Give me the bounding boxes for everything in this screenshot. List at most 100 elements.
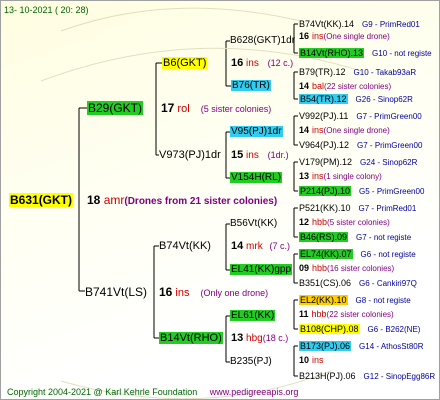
gen4-id[interactable]: B74Vt(KK).14 xyxy=(299,19,354,29)
gen4-abbr: hbb xyxy=(311,309,327,319)
gen4-num: 11 xyxy=(299,309,309,319)
gen4-row[interactable]: EL74(KK).07 G6 - not registe xyxy=(299,248,416,261)
gen4-row[interactable]: B108(CHP).08 G6 - B262(NE) xyxy=(299,323,420,336)
gen4-code: G6 - Cankiri97Q xyxy=(359,279,417,288)
gen4-num: 10 xyxy=(299,355,310,365)
gen4-row[interactable]: 11 hbb(22 sister colonies) xyxy=(299,308,394,321)
gen4-note: (One single drone) xyxy=(323,126,390,135)
gen4-id[interactable]: B79(TR).12 xyxy=(299,67,346,77)
gen4-id[interactable]: V179(PM).12 xyxy=(299,157,352,167)
footer-url[interactable]: www.pedigreeapis.org xyxy=(210,387,299,397)
el61-node[interactable]: EL61(KK) xyxy=(230,310,276,322)
root-node[interactable]: B631(GKT) xyxy=(9,193,74,207)
v95-node[interactable]: V95(PJ)1dr xyxy=(230,126,283,138)
b14-info: 13 hbg(18 c.) xyxy=(231,331,288,346)
gen4-row[interactable]: 13 ins(1 single colony) xyxy=(299,170,382,183)
gen4-num: 13 xyxy=(299,171,310,181)
gen4-id[interactable]: P521(KK).10 xyxy=(299,203,351,213)
v154-id[interactable]: V154H(RL) xyxy=(230,172,283,183)
gen4-code: G12 - SinopEgg86R xyxy=(363,372,436,381)
gen4-row[interactable]: 16 ins(One single drone) xyxy=(299,30,390,43)
header-date: 13- 10-2021 ( 20: 28) xyxy=(4,5,89,15)
gen4-code: G7 - PrimGreen00 xyxy=(357,141,423,150)
el41-node[interactable]: EL41(KK)gpp xyxy=(230,264,293,276)
el41-id[interactable]: EL41(KK)gpp xyxy=(230,264,293,275)
gen4-id[interactable]: B351(CS).06 xyxy=(299,278,351,288)
v95-id[interactable]: V95(PJ)1dr xyxy=(230,126,283,137)
gen4-id[interactable]: P214(PJ).10 xyxy=(299,186,352,196)
gen4-num: 16 xyxy=(299,31,310,41)
gen4-row[interactable]: B79(TR).12 G10 - Takab93aR xyxy=(299,66,416,79)
gen4-row[interactable]: V179(PM).12 G24 - Sinop62R xyxy=(299,156,417,169)
gen4-id[interactable]: V964(PJ).12 xyxy=(299,140,349,150)
v973-id[interactable]: V973(PJ)1dr xyxy=(159,149,221,161)
gen4-row[interactable]: B14Vt(RHO).13 G10 - not registe xyxy=(299,47,432,60)
b741-node[interactable]: B741Vt(LS) xyxy=(85,285,147,299)
b76-id[interactable]: B76(TR) xyxy=(231,80,271,91)
b741-info: 16 ins (Only one drone) xyxy=(159,285,268,300)
gen4-code: G7 - PrimGreen00 xyxy=(356,112,422,121)
b14-abbr: hbg xyxy=(246,333,263,344)
gen4-row[interactable]: 14 ins(One single drone) xyxy=(299,124,390,137)
gen4-num: 09 xyxy=(299,263,310,273)
gen4-abbr: ins xyxy=(312,31,324,41)
b29-node[interactable]: B29(GKT) xyxy=(87,101,144,115)
b6-abbr: ins xyxy=(246,58,259,69)
b14-id[interactable]: B14Vt(RHO) xyxy=(159,332,223,344)
gen4-note: (22 sister colonies) xyxy=(324,82,392,91)
b29-id[interactable]: B29(GKT) xyxy=(87,101,144,115)
v973-info: 15 ins (1dr.) xyxy=(231,148,289,163)
b74-node[interactable]: B74Vt(KK) xyxy=(159,239,211,253)
b741-id[interactable]: B741Vt(LS) xyxy=(85,285,147,299)
gen4-id[interactable]: B46(RS).09 xyxy=(299,232,349,242)
root-info: 18 amr(Drones from 21 sister colonies) xyxy=(87,193,277,209)
gen4-row[interactable]: EL2(KK).10 G8 - not registe xyxy=(299,294,411,307)
gen4-row[interactable]: B173(PJ).06 G14 - AthosSt80R xyxy=(299,340,424,353)
b6-id[interactable]: B6(GKT) xyxy=(162,57,208,69)
gen4-note: (22 sister colonies) xyxy=(326,310,394,319)
gen4-row[interactable]: B46(RS).09 G7 - not registe xyxy=(299,231,411,244)
b29-num: 17 xyxy=(161,101,175,115)
gen4-id[interactable]: B213H(PJ).06 xyxy=(299,371,356,381)
gen4-row[interactable]: V964(PJ).12 G7 - PrimGreen00 xyxy=(299,139,422,152)
gen4-id[interactable]: V992(PJ).11 xyxy=(299,111,348,121)
b628-node[interactable]: B628(GKT)1dr xyxy=(230,35,295,47)
gen4-row[interactable]: B213H(PJ).06 G12 - SinopEgg86R xyxy=(299,370,435,383)
gen4-row[interactable]: B351(CS).06 G6 - Cankiri97Q xyxy=(299,277,417,290)
v154-node[interactable]: V154H(RL) xyxy=(230,172,283,184)
gen4-row[interactable]: 10 ins xyxy=(299,354,324,367)
b6-info: 16 ins (12 c.) xyxy=(231,56,293,71)
b76-node[interactable]: B76(TR) xyxy=(231,80,271,92)
b14-node[interactable]: B14Vt(RHO) xyxy=(159,331,223,345)
gen4-row[interactable]: P214(PJ).10 G5 - PrimGreen00 xyxy=(299,185,424,198)
gen4-code: G24 - Sinop62R xyxy=(360,158,418,167)
gen4-id[interactable]: B14Vt(RHO).13 xyxy=(299,48,365,58)
gen4-row[interactable]: 12 hbb(5 sister colonies) xyxy=(299,216,390,229)
b6-node[interactable]: B6(GKT) xyxy=(162,56,208,70)
gen4-row[interactable]: V992(PJ).11 G7 - PrimGreen00 xyxy=(299,110,422,123)
gen4-code: G26 - Sinop62R xyxy=(355,95,413,104)
gen4-note: (16 sister colonies) xyxy=(327,264,395,273)
root-id[interactable]: B631(GKT) xyxy=(9,193,74,207)
gen4-row[interactable]: P521(KK).10 G7 - PrimRed01 xyxy=(299,202,416,215)
v973-note: (1dr.) xyxy=(267,150,289,160)
gen4-num: 12 xyxy=(299,217,310,227)
v973-node[interactable]: V973(PJ)1dr xyxy=(159,148,221,162)
gen4-id[interactable]: B108(CHP).08 xyxy=(299,324,360,334)
copyright-text: Copyright 2004-2021 @ Karl Kehrle Founda… xyxy=(7,387,198,397)
gen4-row[interactable]: 14 bal(22 sister colonies) xyxy=(299,80,391,93)
v973-abbr: ins xyxy=(246,150,259,161)
el61-id[interactable]: EL61(KK) xyxy=(230,310,276,321)
b235-node[interactable]: B235(PJ) xyxy=(230,356,272,368)
b56-node[interactable]: B56Vt(KK) xyxy=(230,218,277,230)
gen4-id[interactable]: B173(PJ).06 xyxy=(299,341,352,351)
gen4-num: 14 xyxy=(299,81,310,91)
b74-num: 14 xyxy=(231,240,244,252)
gen4-id[interactable]: EL2(KK).10 xyxy=(299,295,348,305)
b74-id[interactable]: B74Vt(KK) xyxy=(159,240,211,252)
gen4-row[interactable]: 09 hbb(16 sister colonies) xyxy=(299,262,394,275)
gen4-row[interactable]: B54(TR).12 G26 - Sinop62R xyxy=(299,93,413,106)
gen4-id[interactable]: EL74(KK).07 xyxy=(299,249,353,259)
gen4-id[interactable]: B54(TR).12 xyxy=(299,94,348,104)
b74-abbr: mrk xyxy=(246,241,263,252)
